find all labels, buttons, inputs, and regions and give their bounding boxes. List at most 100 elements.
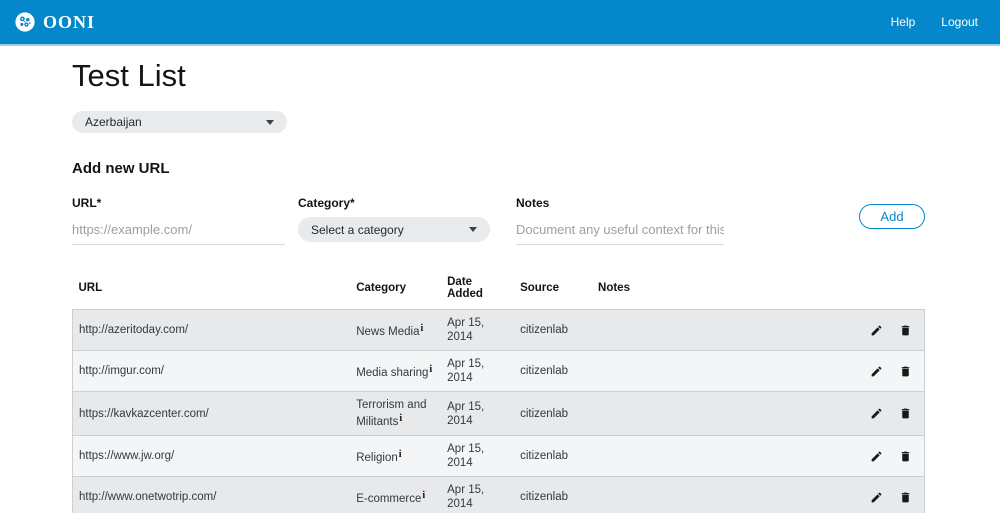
category-info-icon[interactable]: i <box>399 449 402 460</box>
date-added-cell: Apr 15, 2014 <box>441 351 514 392</box>
delete-button[interactable] <box>899 491 912 504</box>
trash-icon <box>899 491 912 504</box>
col-header-url: URL <box>73 271 351 310</box>
delete-button[interactable] <box>899 407 912 420</box>
url-cell: http://www.onetwotrip.com/ <box>73 477 351 513</box>
category-cell: E-commercei <box>350 477 441 513</box>
col-header-notes: Notes <box>592 271 861 310</box>
top-navbar: OONI Help Logout <box>0 0 1000 44</box>
url-cell: https://kavkazcenter.com/ <box>73 392 351 436</box>
url-cell: http://azeritoday.com/ <box>73 310 351 351</box>
row-actions <box>867 365 918 378</box>
edit-button[interactable] <box>870 491 883 504</box>
table-row: https://kavkazcenter.com/ Terrorism and … <box>73 392 925 436</box>
date-added-text: Apr 15, 2014 <box>447 484 484 510</box>
source-cell: citizenlab <box>514 436 592 477</box>
ooni-brand[interactable]: OONI <box>14 11 95 33</box>
source-cell: citizenlab <box>514 477 592 513</box>
category-info-icon[interactable]: i <box>420 323 423 334</box>
date-added-cell: Apr 15, 2014 <box>441 477 514 513</box>
url-table-body: http://azeritoday.com/ News Mediai Apr 1… <box>73 310 925 513</box>
row-actions <box>867 450 918 463</box>
category-text: Media sharing <box>356 367 428 379</box>
row-actions <box>867 491 918 504</box>
notes-cell <box>592 351 861 392</box>
url-label: URL* <box>72 196 285 210</box>
notes-cell <box>592 310 861 351</box>
notes-cell <box>592 436 861 477</box>
category-text: Religion <box>356 452 398 464</box>
country-select[interactable]: Azerbaijan <box>72 111 287 133</box>
edit-button[interactable] <box>870 407 883 420</box>
trash-icon <box>899 365 912 378</box>
brand-name: OONI <box>43 12 95 33</box>
row-actions <box>867 407 918 420</box>
help-link[interactable]: Help <box>891 15 916 29</box>
col-header-actions <box>861 271 924 310</box>
ooni-logo-icon <box>14 11 36 33</box>
table-row: https://www.jw.org/ Religioni Apr 15, 20… <box>73 436 925 477</box>
trash-icon <box>899 450 912 463</box>
col-header-category: Category <box>350 271 441 310</box>
trash-icon <box>899 324 912 337</box>
source-cell: citizenlab <box>514 392 592 436</box>
pencil-icon <box>870 365 883 378</box>
delete-button[interactable] <box>899 450 912 463</box>
source-text: citizenlab <box>520 408 568 420</box>
main-content: Test List Azerbaijan Add new URL URL* Ca… <box>72 58 925 513</box>
category-info-icon[interactable]: i <box>422 490 425 501</box>
category-cell: Media sharingi <box>350 351 441 392</box>
actions-cell <box>861 351 924 392</box>
chevron-down-icon <box>266 120 274 125</box>
notes-label: Notes <box>516 196 724 210</box>
table-header-row: URL Category Date Added Source Notes <box>73 271 925 310</box>
url-table: URL Category Date Added Source Notes htt… <box>72 271 925 513</box>
page-title: Test List <box>72 58 925 94</box>
trash-icon <box>899 407 912 420</box>
col-header-source: Source <box>514 271 592 310</box>
chevron-down-icon <box>469 227 477 232</box>
category-text: Terrorism and Militants <box>356 399 426 428</box>
edit-button[interactable] <box>870 324 883 337</box>
source-text: citizenlab <box>520 324 568 336</box>
source-cell: citizenlab <box>514 351 592 392</box>
url-text: https://kavkazcenter.com/ <box>79 408 209 420</box>
top-nav-links: Help Logout <box>891 15 986 29</box>
url-text: http://www.onetwotrip.com/ <box>79 491 216 503</box>
category-cell: Religioni <box>350 436 441 477</box>
category-cell: Terrorism and Militantsi <box>350 392 441 436</box>
delete-button[interactable] <box>899 365 912 378</box>
category-text: E-commerce <box>356 493 421 505</box>
country-select-value: Azerbaijan <box>85 115 142 129</box>
notes-cell <box>592 477 861 513</box>
url-text: http://imgur.com/ <box>79 365 164 377</box>
table-row: http://azeritoday.com/ News Mediai Apr 1… <box>73 310 925 351</box>
source-text: citizenlab <box>520 491 568 503</box>
date-added-cell: Apr 15, 2014 <box>441 310 514 351</box>
category-select-value: Select a category <box>311 223 404 237</box>
category-info-icon[interactable]: i <box>399 413 402 424</box>
source-cell: citizenlab <box>514 310 592 351</box>
logout-link[interactable]: Logout <box>941 15 978 29</box>
col-header-date-added: Date Added <box>441 271 514 310</box>
date-added-text: Apr 15, 2014 <box>447 358 484 384</box>
url-cell: http://imgur.com/ <box>73 351 351 392</box>
notes-cell <box>592 392 861 436</box>
date-added-cell: Apr 15, 2014 <box>441 436 514 477</box>
url-input[interactable] <box>72 218 285 245</box>
notes-field-group: Notes <box>516 196 724 245</box>
edit-button[interactable] <box>870 365 883 378</box>
category-select[interactable]: Select a category <box>298 217 490 242</box>
category-info-icon[interactable]: i <box>429 364 432 375</box>
url-field-group: URL* <box>72 196 285 245</box>
actions-cell <box>861 477 924 513</box>
table-row: http://imgur.com/ Media sharingi Apr 15,… <box>73 351 925 392</box>
edit-button[interactable] <box>870 450 883 463</box>
source-text: citizenlab <box>520 365 568 377</box>
pencil-icon <box>870 407 883 420</box>
date-added-cell: Apr 15, 2014 <box>441 392 514 436</box>
url-text: https://www.jw.org/ <box>79 450 174 462</box>
notes-input[interactable] <box>516 218 724 245</box>
delete-button[interactable] <box>899 324 912 337</box>
add-button[interactable]: Add <box>859 204 925 229</box>
